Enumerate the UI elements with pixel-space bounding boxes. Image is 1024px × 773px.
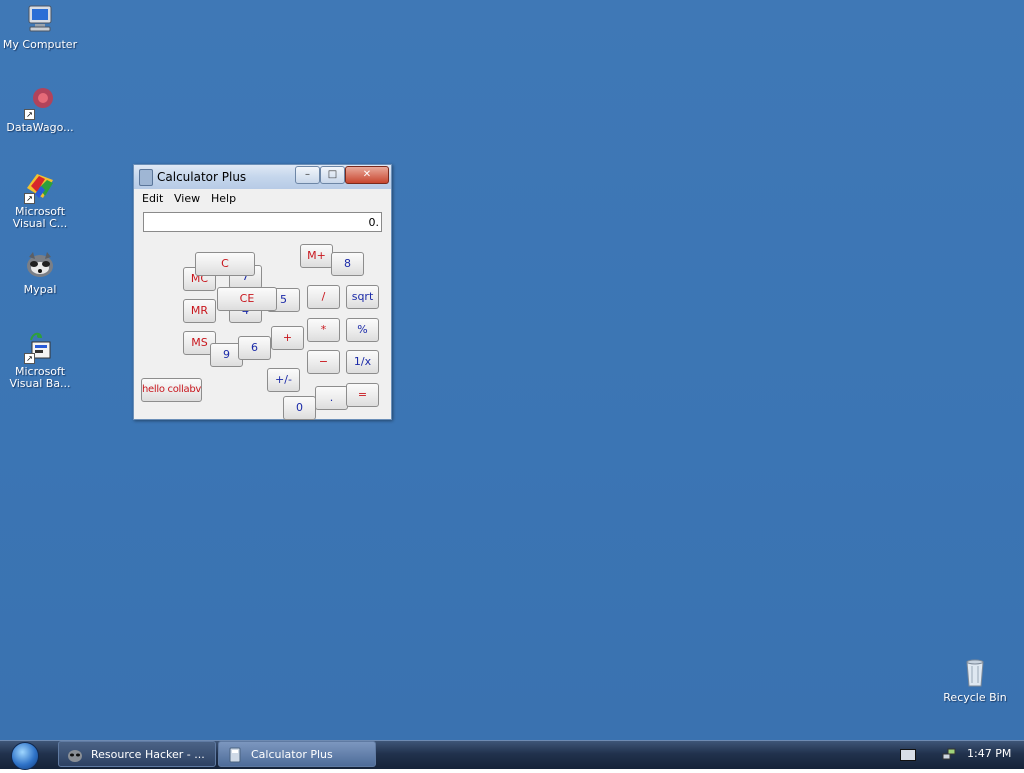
desktop-icon-label: DataWago... (6, 121, 74, 134)
shortcut-arrow-icon: ↗ (24, 353, 35, 364)
hello-collabvm-button[interactable]: hello collabvm (141, 378, 202, 402)
m-plus-button[interactable]: M+ (300, 244, 333, 268)
desktop-icon-visual-c[interactable]: ↗ Microsoft Visual C... (0, 170, 80, 230)
visual-basic-icon: ↗ (23, 330, 57, 364)
taskbar-button-resource-hacker[interactable]: Resource Hacker - ... (58, 741, 216, 767)
resource-hacker-icon (67, 747, 83, 763)
calculator-window[interactable]: Calculator Plus – □ ✕ Edit View Help 0. … (133, 164, 392, 420)
divide-button[interactable]: / (307, 285, 340, 309)
zero-button[interactable]: 0 (283, 396, 316, 420)
mr-button[interactable]: MR (183, 299, 216, 323)
six-button[interactable]: 6 (238, 336, 271, 360)
close-button[interactable]: ✕ (345, 166, 389, 184)
ce-button[interactable]: CE (217, 287, 277, 311)
window-title: Calculator Plus (157, 170, 247, 184)
desktop-icon-mypal[interactable]: Mypal (0, 248, 80, 296)
title-bar[interactable]: Calculator Plus – □ ✕ (134, 165, 391, 189)
visual-c-icon: ↗ (23, 170, 57, 204)
decimal-button[interactable]: . (315, 386, 348, 410)
minimize-button[interactable]: – (295, 166, 320, 184)
menu-help[interactable]: Help (211, 192, 236, 205)
windows-logo-icon (11, 742, 39, 770)
shortcut-arrow-icon: ↗ (24, 109, 35, 120)
taskbar: Resource Hacker - ... Calculator Plus 1:… (0, 740, 1024, 770)
desktop-icon-label-line2: Visual C... (12, 217, 68, 230)
plus-button[interactable]: + (271, 326, 304, 350)
desktop-icon-my-computer[interactable]: My Computer (0, 3, 80, 51)
maximize-button[interactable]: □ (320, 166, 345, 184)
c-button[interactable]: C (195, 252, 255, 276)
calculator-icon (139, 169, 153, 186)
desktop-icon-label-line2: Visual Ba... (9, 377, 71, 390)
menu-edit[interactable]: Edit (142, 192, 163, 205)
menu-bar: Edit View Help (134, 189, 391, 208)
plus-minus-button[interactable]: +/- (267, 368, 300, 392)
calculator-display: 0. (143, 212, 382, 232)
percent-button[interactable]: % (346, 318, 379, 342)
keyboard-icon[interactable] (900, 749, 916, 761)
calculator-icon (227, 747, 243, 763)
desktop-icon-datawagon[interactable]: ↗ DataWago... (0, 86, 80, 134)
taskbar-button-label: Resource Hacker - ... (91, 748, 205, 761)
clock[interactable]: 1:47 PM (967, 747, 1011, 760)
menu-view[interactable]: View (174, 192, 200, 205)
eight-button[interactable]: 8 (331, 252, 364, 276)
system-tray: 1:47 PM (886, 741, 1024, 769)
taskbar-button-calculator-plus[interactable]: Calculator Plus (218, 741, 376, 767)
mypal-icon (23, 248, 57, 282)
minus-button[interactable]: − (307, 350, 340, 374)
recycle-bin-icon (958, 656, 992, 690)
desktop[interactable]: My Computer ↗ DataWago... ↗ Microsoft Vi… (0, 0, 1024, 740)
desktop-icon-recycle-bin[interactable]: Recycle Bin (935, 656, 1015, 704)
datawagon-icon: ↗ (23, 86, 57, 120)
desktop-icon-label: Mypal (23, 283, 57, 296)
computer-icon (23, 3, 57, 37)
network-icon[interactable] (942, 747, 956, 761)
desktop-icon-label: My Computer (2, 38, 78, 51)
equals-button[interactable]: = (346, 383, 379, 407)
shortcut-arrow-icon: ↗ (24, 193, 35, 204)
multiply-button[interactable]: * (307, 318, 340, 342)
taskbar-button-label: Calculator Plus (251, 748, 333, 761)
start-button[interactable] (4, 741, 44, 770)
desktop-icon-label: Recycle Bin (943, 691, 1007, 704)
desktop-icon-visual-basic[interactable]: ↗ Microsoft Visual Ba... (0, 330, 80, 390)
reciprocal-button[interactable]: 1/x (346, 350, 379, 374)
sqrt-button[interactable]: sqrt (346, 285, 379, 309)
